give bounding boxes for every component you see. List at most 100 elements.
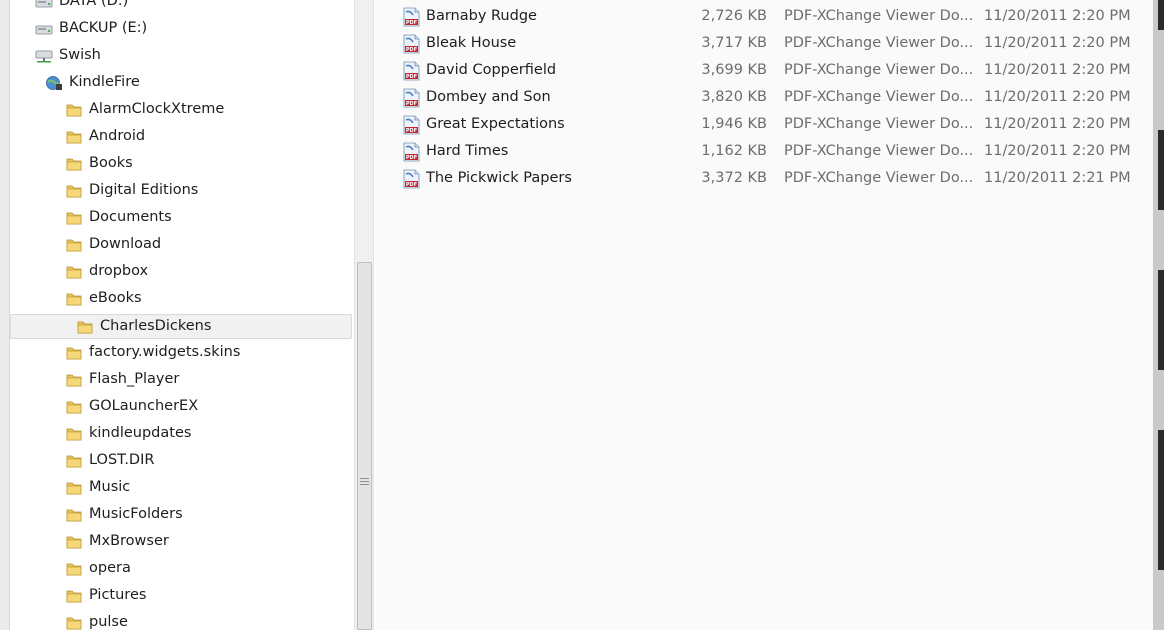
svg-text:PDF: PDF: [406, 101, 417, 107]
network-drive-icon: [35, 48, 53, 64]
nav-item-download[interactable]: Download: [10, 233, 352, 258]
nav-item-label: Flash_Player: [89, 371, 180, 387]
folder-icon: [65, 453, 83, 469]
nav-item-label: BACKUP (E:): [59, 20, 148, 36]
folder-icon: [65, 129, 83, 145]
nav-item-digital-editions[interactable]: Digital Editions: [10, 179, 352, 204]
nav-item-lost-dir[interactable]: LOST.DIR: [10, 449, 352, 474]
file-name: The Pickwick Papers: [426, 170, 572, 186]
pdf-file-icon: PDF: [402, 115, 421, 135]
file-row[interactable]: PDF Great Expectations 1,946 KB PDF-XChange…: [375, 111, 1153, 138]
file-type: PDF-XChange Viewer Do...: [784, 62, 974, 78]
nav-item-charlesdickens[interactable]: CharlesDickens: [10, 314, 352, 339]
folder-icon: [65, 156, 83, 172]
nav-item-pulse[interactable]: pulse: [10, 611, 352, 630]
pdf-file-icon: PDF: [402, 7, 421, 27]
nav-item-label: GOLauncherEX: [89, 398, 199, 414]
file-row[interactable]: PDF Barnaby Rudge 2,726 KB PDF-XChange View…: [375, 3, 1153, 30]
nav-item-label: Swish: [59, 47, 101, 63]
nav-item-swish[interactable]: Swish: [10, 44, 352, 69]
nav-item-music[interactable]: Music: [10, 476, 352, 501]
file-date: 11/20/2011 2:20 PM: [984, 143, 1131, 159]
nav-item-label: eBooks: [89, 290, 142, 306]
nav-item-label: dropbox: [89, 263, 149, 279]
file-row[interactable]: PDF The Pickwick Papers 3,372 KB PDF-XChang…: [375, 165, 1153, 192]
drive-icon: [35, 0, 53, 10]
nav-item-mxbrowser[interactable]: MxBrowser: [10, 530, 352, 555]
folder-icon: [65, 291, 83, 307]
nav-item-label: MusicFolders: [89, 506, 183, 522]
nav-item-pictures[interactable]: Pictures: [10, 584, 352, 609]
nav-item-golauncherex[interactable]: GOLauncherEX: [10, 395, 352, 420]
nav-item-factory-widgets-skins[interactable]: factory.widgets.skins: [10, 341, 352, 366]
file-list-pane[interactable]: PDF Barnaby Rudge 2,726 KB PDF-XChange View…: [375, 0, 1153, 630]
nav-item-backup-e-[interactable]: BACKUP (E:): [10, 17, 352, 42]
nav-item-kindleupdates[interactable]: kindleupdates: [10, 422, 352, 447]
file-row[interactable]: PDF Dombey and Son 3,820 KB PDF-XChange Vie…: [375, 84, 1153, 111]
nav-item-books[interactable]: Books: [10, 152, 352, 177]
nav-item-musicfolders[interactable]: MusicFolders: [10, 503, 352, 528]
folder-icon: [65, 480, 83, 496]
file-date: 11/20/2011 2:20 PM: [984, 8, 1131, 24]
svg-text:PDF: PDF: [406, 155, 417, 161]
folder-icon: [65, 102, 83, 118]
file-name: Dombey and Son: [426, 89, 551, 105]
file-row[interactable]: PDF Bleak House 3,717 KB PDF-XChange Viewer…: [375, 30, 1153, 57]
nav-item-label: LOST.DIR: [89, 452, 155, 468]
nav-item-label: MxBrowser: [89, 533, 169, 549]
folder-icon: [65, 561, 83, 577]
pdf-file-icon: PDF: [402, 61, 421, 81]
folder-icon: [65, 237, 83, 253]
pdf-file-icon: PDF: [402, 34, 421, 54]
navigation-scrollbar[interactable]: [354, 0, 374, 630]
nav-item-label: Digital Editions: [89, 182, 199, 198]
nav-item-opera[interactable]: opera: [10, 557, 352, 582]
navigation-pane[interactable]: DATA (D:) BACKUP (E:) Swish KindleFire Alarm…: [10, 0, 354, 630]
file-name: Great Expectations: [426, 116, 565, 132]
file-size: 2,726 KB: [701, 8, 767, 24]
file-name: Barnaby Rudge: [426, 8, 537, 24]
file-size: 3,717 KB: [701, 35, 767, 51]
folder-icon: [65, 615, 83, 630]
folder-icon: [76, 319, 94, 335]
drive-icon: [35, 21, 53, 37]
nav-item-alarmclockxtreme[interactable]: AlarmClockXtreme: [10, 98, 352, 123]
folder-icon: [65, 507, 83, 523]
file-size: 3,372 KB: [701, 170, 767, 186]
svg-text:PDF: PDF: [406, 74, 417, 80]
folder-icon: [65, 372, 83, 388]
scrollbar-thumb[interactable]: [357, 262, 372, 630]
folder-icon: [65, 588, 83, 604]
file-size: 3,699 KB: [701, 62, 767, 78]
svg-text:PDF: PDF: [406, 128, 417, 134]
nav-item-kindlefire[interactable]: KindleFire: [10, 71, 352, 96]
nav-item-documents[interactable]: Documents: [10, 206, 352, 231]
nav-item-label: DATA (D:): [59, 0, 129, 9]
file-name: Hard Times: [426, 143, 509, 159]
file-name: Bleak House: [426, 35, 517, 51]
nav-item-label: Download: [89, 236, 162, 252]
window-left-edge: [0, 0, 10, 630]
nav-item-data-d-[interactable]: DATA (D:): [10, 0, 352, 15]
file-date: 11/20/2011 2:20 PM: [984, 116, 1131, 132]
nav-item-label: Music: [89, 479, 131, 495]
nav-item-label: kindleupdates: [89, 425, 192, 441]
file-size: 1,946 KB: [701, 116, 767, 132]
nav-item-label: Books: [89, 155, 133, 171]
file-type: PDF-XChange Viewer Do...: [784, 143, 974, 159]
nav-item-flash-player[interactable]: Flash_Player: [10, 368, 352, 393]
file-name: David Copperfield: [426, 62, 557, 78]
svg-text:PDF: PDF: [406, 47, 417, 53]
file-row[interactable]: PDF David Copperfield 3,699 KB PDF-XChange …: [375, 57, 1153, 84]
file-type: PDF-XChange Viewer Do...: [784, 116, 974, 132]
file-size: 3,820 KB: [701, 89, 767, 105]
folder-icon: [65, 534, 83, 550]
file-date: 11/20/2011 2:21 PM: [984, 170, 1131, 186]
nav-item-android[interactable]: Android: [10, 125, 352, 150]
file-row[interactable]: PDF Hard Times 1,162 KB PDF-XChange Viewer …: [375, 138, 1153, 165]
window-right-edge: [1153, 0, 1164, 630]
file-date: 11/20/2011 2:20 PM: [984, 89, 1131, 105]
folder-icon: [65, 183, 83, 199]
nav-item-ebooks[interactable]: eBooks: [10, 287, 352, 312]
nav-item-dropbox[interactable]: dropbox: [10, 260, 352, 285]
